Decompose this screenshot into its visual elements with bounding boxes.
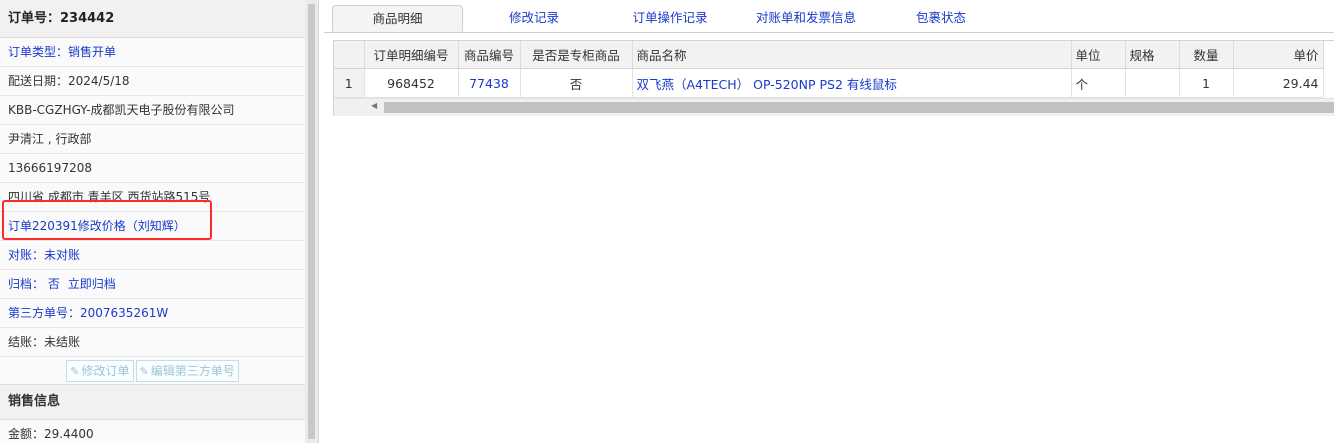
col-price[interactable]: 单价 bbox=[1233, 41, 1324, 69]
panel-splitter[interactable] bbox=[305, 0, 319, 443]
reconcile-status: 对账：未对账 bbox=[0, 241, 305, 270]
order-info-panel: 订单号：234442 订单类型：销售开单 配送日期：2024/5/18 KBB-… bbox=[0, 0, 306, 443]
archive-now-link[interactable]: 立即归档 bbox=[68, 277, 116, 291]
row-number: 1 bbox=[334, 68, 365, 98]
horizontal-scrollbar[interactable]: ◀ bbox=[334, 98, 1334, 116]
tab-package-status[interactable]: 包裹状态 bbox=[876, 5, 1006, 32]
edit-icon: ✎ bbox=[139, 365, 149, 378]
third-party-order-number: 第三方单号：2007635261W bbox=[0, 299, 305, 328]
cell-qty: 1 bbox=[1179, 68, 1234, 98]
row-number-header bbox=[334, 41, 365, 69]
cell-product-id-link[interactable]: 77438 bbox=[458, 68, 521, 98]
edit-third-party-button[interactable]: ✎ 编辑第三方单号 bbox=[135, 360, 239, 382]
order-actions: ✎ 修改订单 ✎ 编辑第三方单号 bbox=[0, 357, 305, 385]
order-note: 订单220391修改价格（刘知辉） bbox=[0, 212, 305, 241]
customer-name: KBB-CGZHGY-成都凯天电子股份有限公司 bbox=[0, 96, 305, 125]
order-number-title: 订单号：234442 bbox=[0, 0, 305, 38]
sales-info-title: 销售信息 bbox=[0, 384, 305, 420]
edit-order-label: 修改订单 bbox=[81, 364, 130, 378]
edit-icon: ✎ bbox=[70, 365, 80, 378]
edit-third-party-label: 编辑第三方单号 bbox=[150, 364, 235, 378]
archive-status: 归档： 否 立即归档 bbox=[0, 270, 305, 299]
col-spec[interactable]: 规格 bbox=[1125, 41, 1180, 69]
contact-person: 尹清江 , 行政部 bbox=[0, 125, 305, 154]
tab-product-details[interactable]: 商品明细 bbox=[332, 5, 463, 32]
col-product-id[interactable]: 商品编号 bbox=[458, 41, 521, 69]
edit-order-button[interactable]: ✎ 修改订单 bbox=[66, 360, 134, 382]
splitter-handle[interactable] bbox=[308, 4, 315, 439]
product-grid: 订单明细编号 商品编号 是否是专柜商品 商品名称 单位 规格 数量 单价 1 9… bbox=[333, 40, 1334, 116]
col-is-counter[interactable]: 是否是专柜商品 bbox=[520, 41, 633, 69]
tab-statement-invoice[interactable]: 对账单和发票信息 bbox=[736, 5, 876, 32]
tab-modify-records[interactable]: 修改记录 bbox=[474, 5, 594, 32]
scroll-left-icon[interactable]: ◀ bbox=[371, 101, 377, 110]
delivery-date: 配送日期：2024/5/18 bbox=[0, 67, 305, 96]
tab-order-operations[interactable]: 订单操作记录 bbox=[604, 5, 736, 32]
cell-spec bbox=[1125, 68, 1180, 98]
scrollbar-thumb[interactable] bbox=[384, 102, 1334, 113]
tab-bar: 商品明细 修改记录 订单操作记录 对账单和发票信息 包裹状态 bbox=[324, 0, 1334, 33]
detail-panel: 商品明细 修改记录 订单操作记录 对账单和发票信息 包裹状态 订单明细编号 商品… bbox=[324, 0, 1334, 443]
archive-label: 归档： bbox=[8, 277, 45, 291]
order-type: 订单类型：销售开单 bbox=[0, 38, 305, 67]
contact-phone: 13666197208 bbox=[0, 154, 305, 183]
product-table: 订单明细编号 商品编号 是否是专柜商品 商品名称 单位 规格 数量 单价 1 9… bbox=[334, 41, 1324, 98]
cell-unit: 个 bbox=[1071, 68, 1126, 98]
cell-product-name-link[interactable]: 双飞燕（A4TECH） OP-520NP PS2 有线鼠标 bbox=[632, 68, 1072, 98]
table-row[interactable]: 1 968452 77438 否 双飞燕（A4TECH） OP-520NP PS… bbox=[334, 68, 1324, 98]
col-unit[interactable]: 单位 bbox=[1071, 41, 1126, 69]
cell-is-counter: 否 bbox=[520, 68, 633, 98]
cell-detail-id: 968452 bbox=[364, 68, 459, 98]
cell-price: 29.44 bbox=[1233, 68, 1324, 98]
delivery-address: 四川省 成都市 青羊区 西货站路515号 bbox=[0, 183, 305, 212]
reconcile-value: 未对账 bbox=[44, 248, 81, 262]
archive-value: 否 bbox=[47, 277, 60, 291]
col-qty[interactable]: 数量 bbox=[1179, 41, 1234, 69]
settle-status: 结账：未结账 bbox=[0, 328, 305, 357]
table-header-row: 订单明细编号 商品编号 是否是专柜商品 商品名称 单位 规格 数量 单价 bbox=[334, 41, 1324, 69]
col-detail-id[interactable]: 订单明细编号 bbox=[364, 41, 459, 69]
sales-amount: 金额：29.4400 bbox=[0, 420, 305, 443]
col-product-name[interactable]: 商品名称 bbox=[632, 41, 1072, 69]
reconcile-label: 对账： bbox=[8, 248, 45, 262]
